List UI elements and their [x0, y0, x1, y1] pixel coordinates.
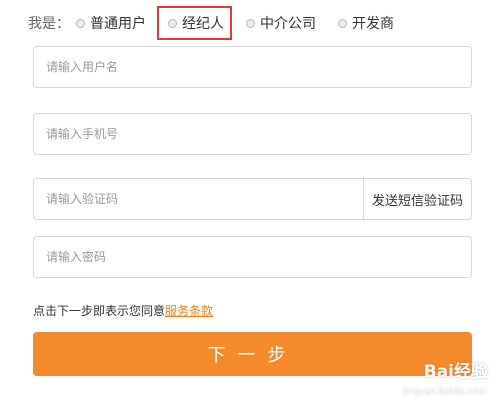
terms-link[interactable]: 服务条款	[165, 304, 213, 318]
role-option-label: 开发商	[352, 16, 394, 32]
watermark-url: jingyan.baidu.com	[402, 387, 486, 397]
role-option-normal-user[interactable]: 普通用户	[76, 13, 146, 33]
agreement-text: 点击下一步即表示您同意	[33, 304, 166, 318]
verification-code-input[interactable]	[34, 179, 363, 219]
password-input[interactable]	[34, 237, 471, 277]
role-prefix-label: 我是：	[28, 16, 70, 32]
phone-field-container	[33, 113, 472, 155]
radio-unchecked-icon[interactable]	[76, 18, 85, 28]
role-option-label: 中介公司	[260, 16, 316, 32]
next-step-button[interactable]: 下一步	[33, 332, 472, 376]
role-option-agency[interactable]: 中介公司	[246, 13, 316, 33]
send-sms-code-button[interactable]: 发送短信验证码	[363, 179, 471, 219]
verification-code-row: 发送短信验证码	[33, 178, 472, 220]
phone-input[interactable]	[34, 114, 471, 154]
radio-unchecked-icon[interactable]	[338, 18, 347, 28]
role-selector: 我是： 普通用户 经纪人 中介公司 开发商	[28, 10, 488, 36]
role-option-label: 普通用户	[90, 16, 146, 32]
watermark-logo: Bai经验	[423, 362, 488, 382]
username-field-container	[33, 46, 472, 88]
agreement-line: 点击下一步即表示您同意服务条款	[33, 302, 213, 319]
password-field-container	[33, 236, 472, 278]
radio-unchecked-icon[interactable]	[246, 18, 255, 28]
highlight-box	[157, 6, 232, 40]
username-input[interactable]	[34, 47, 471, 87]
role-option-developer[interactable]: 开发商	[338, 13, 394, 33]
